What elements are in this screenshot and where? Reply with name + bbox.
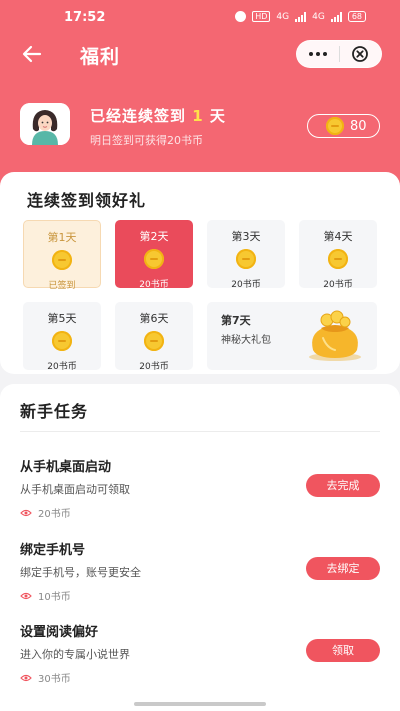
task-reward-value: 30书币 [38, 674, 71, 685]
day-label: 第5天 [47, 312, 77, 325]
page-title: 福利 [80, 46, 121, 68]
coin-icon [144, 331, 164, 351]
task-desc: 从手机桌面启动可领取 [20, 483, 130, 496]
task-desc: 绑定手机号，账号更安全 [20, 566, 141, 579]
task-bind-button[interactable]: 去绑定 [306, 557, 380, 580]
task-claim-button[interactable]: 领取 [306, 639, 380, 662]
coin-icon [52, 250, 72, 270]
checkin-status: 已经连续签到 1 天 [90, 105, 226, 126]
avatar[interactable] [20, 103, 70, 145]
day-reward: 神秘大礼包 [221, 335, 271, 346]
task-bind-phone: 绑定手机号 绑定手机号，账号更安全 10书币 去绑定 [0, 539, 400, 619]
coin-icon [328, 249, 348, 269]
task-launch-from-desktop: 从手机桌面启动 从手机桌面启动可领取 20书币 去完成 [0, 456, 400, 536]
task-title: 设置阅读偏好 [20, 625, 99, 640]
day-label: 第7天 [221, 314, 251, 327]
signal-label-2: 4G [312, 11, 325, 22]
tasks-title: 新手任务 [20, 402, 89, 421]
divider [20, 431, 380, 432]
status-bar: 17:52 HD 4G 4G 68 [0, 0, 400, 36]
signin-day-5[interactable]: 第5天 20书币 [23, 302, 101, 372]
day-reward: 20书币 [47, 362, 77, 372]
task-reward: 30书币 [20, 670, 71, 685]
task-title: 从手机桌面启动 [20, 460, 112, 475]
day-label: 第6天 [139, 312, 169, 325]
coin-icon [236, 249, 256, 269]
signin-day-6[interactable]: 第6天 20书币 [115, 302, 193, 372]
task-reward-value: 10书币 [38, 592, 71, 603]
mini-program-capsule [296, 40, 382, 68]
gift-bag-icon [305, 308, 365, 362]
signin-title: 连续签到领好礼 [27, 191, 147, 210]
day-reward: 20书币 [139, 280, 169, 290]
signin-card: 连续签到领好礼 第1天 已签到 第2天 20书币 第3天 20书币 第4天 20… [0, 172, 400, 374]
status-time: 17:52 [64, 10, 106, 25]
signal-label-1: 4G [276, 11, 290, 22]
task-desc: 进入你的专属小说世界 [20, 648, 130, 661]
eye-icon [20, 592, 32, 599]
task-reward-value: 20书币 [38, 509, 71, 520]
close-circle-icon[interactable] [340, 41, 381, 67]
coin-balance[interactable]: 80 [307, 114, 380, 138]
task-reward: 20书币 [20, 505, 71, 520]
signal-icon-2 [330, 11, 342, 22]
signin-day-2[interactable]: 第2天 20书币 [115, 220, 193, 290]
day-reward: 20书币 [323, 280, 353, 290]
task-reading-preference: 设置阅读偏好 进入你的专属小说世界 30书币 领取 [0, 621, 400, 701]
eye-icon [20, 509, 32, 516]
more-dots-icon[interactable] [297, 41, 339, 67]
coin-icon [326, 117, 344, 135]
day-reward: 已签到 [48, 281, 76, 291]
signal-icon [295, 11, 307, 22]
coin-icon [144, 249, 164, 269]
hd-badge: HD [252, 11, 271, 22]
nav-bar: 福利 [0, 36, 400, 72]
checkin-prefix: 已经连续签到 [90, 107, 187, 125]
day-label: 第4天 [323, 230, 353, 243]
day-reward: 20书币 [139, 362, 169, 372]
signin-day-7[interactable]: 第7天 神秘大礼包 [207, 302, 377, 370]
checkin-subtitle: 明日签到可获得20书币 [90, 134, 203, 147]
signin-day-1[interactable]: 第1天 已签到 [23, 220, 101, 291]
alarm-icon [235, 11, 247, 22]
day-label: 第3天 [231, 230, 261, 243]
battery-icon: 68 [347, 11, 366, 22]
coin-balance-value: 80 [350, 118, 367, 134]
coin-icon [52, 331, 72, 351]
checkin-suffix: 天 [209, 107, 226, 125]
signin-day-4[interactable]: 第4天 20书币 [299, 220, 377, 290]
arrow-left-icon[interactable] [20, 42, 44, 66]
signin-day-3[interactable]: 第3天 20书币 [207, 220, 285, 290]
day-reward: 20书币 [231, 280, 261, 290]
newbie-tasks-card: 新手任务 从手机桌面启动 从手机桌面启动可领取 20书币 去完成 绑定手机号 绑… [0, 384, 400, 711]
status-icons: HD 4G 4G 68 [235, 11, 366, 22]
task-title: 绑定手机号 [20, 543, 86, 558]
day-label: 第1天 [47, 231, 77, 244]
home-indicator [134, 702, 266, 706]
day-label: 第2天 [139, 230, 169, 243]
task-go-complete-button[interactable]: 去完成 [306, 474, 380, 497]
task-reward: 10书币 [20, 588, 71, 603]
eye-icon [20, 674, 32, 681]
checkin-days: 1 [192, 107, 204, 125]
